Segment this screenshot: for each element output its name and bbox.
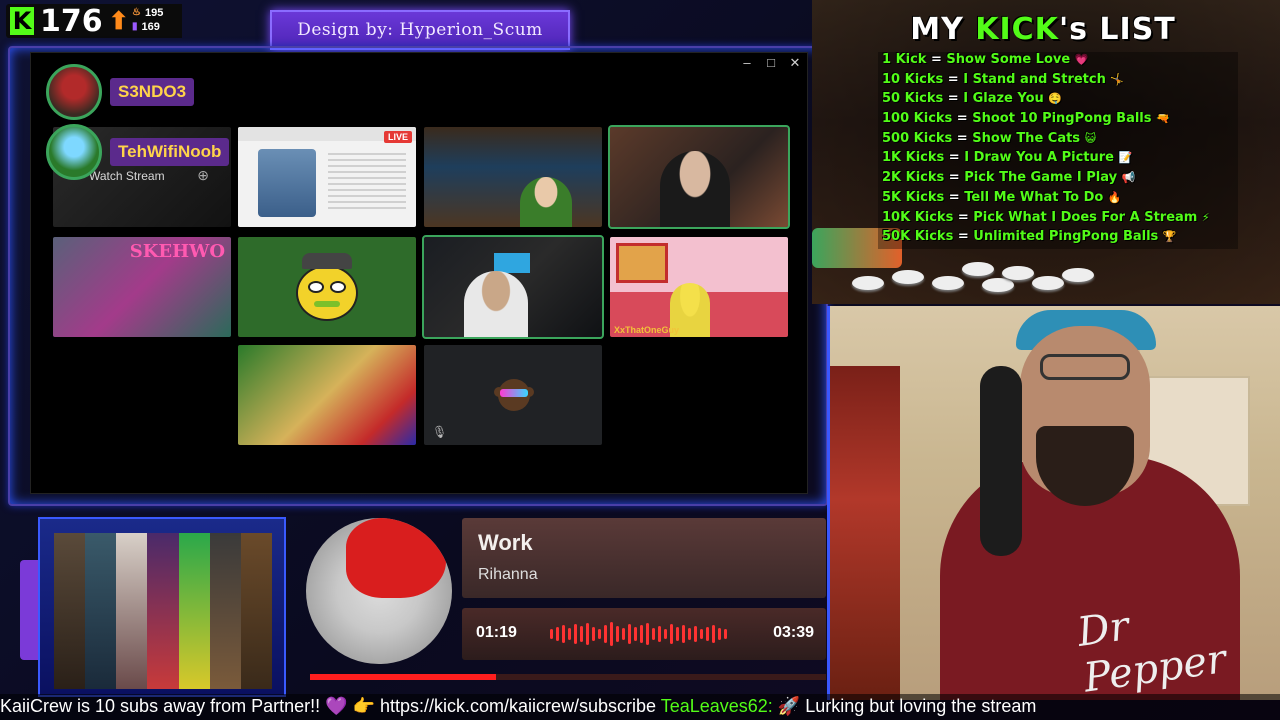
now-playing: Work Rihanna [462, 518, 826, 598]
supporters-strip [38, 517, 286, 697]
kick-list-item: 5K Kicks = Tell Me What To Do 🔥 [878, 189, 1238, 210]
bars-icon: ▮ [132, 21, 138, 32]
design-credit-banner: Design by: Hyperion_Scum [270, 10, 570, 50]
kick-logo-icon: K [10, 7, 34, 35]
emoji-icon: 📝 [1118, 151, 1133, 165]
kick-list-item: 1K Kicks = I Draw You A Picture 📝 [878, 150, 1238, 171]
window-controls: – □ ✕ [741, 55, 801, 71]
picture-frame [616, 243, 668, 283]
speaker-1: S3NDO3 [46, 64, 195, 120]
pepe-avatar-icon [288, 247, 366, 327]
emoji-icon: 💗 [1074, 53, 1089, 66]
flame-icon: ♨ [132, 7, 141, 18]
video-tile-cabin[interactable] [424, 127, 602, 227]
monitor-image [494, 253, 530, 273]
kick-list-panel: MY KICK's LIST 1 Kick = Show Some Love 💗… [812, 0, 1280, 304]
monkey-avatar-icon [494, 375, 534, 415]
kick-list-item: 1 Kick = Show Some Love 💗 [878, 52, 1238, 72]
emoji-icon: 😺 [1084, 131, 1097, 145]
stats-box: ♨ 195 ▮ 169 [128, 4, 182, 38]
participant-name: XxThatOneGuy [614, 325, 680, 335]
kick-list-items: 1 Kick = Show Some Love 💗 10 Kicks = I St… [878, 52, 1238, 249]
kick-list-title: MY KICK's LIST [910, 12, 1176, 47]
webcam-feed: Dr Pepper [827, 306, 1280, 700]
minimize-button[interactable]: – [741, 55, 753, 71]
shelf-boxes [830, 366, 900, 700]
phone-image [258, 149, 316, 217]
kick-list-item: 50K Kicks = Unlimited PingPong Balls 🏆 [878, 229, 1238, 249]
speaker-name: S3NDO3 [110, 78, 195, 106]
kick-list-item: 50 Kicks = I Glaze You 🤤 [878, 91, 1238, 112]
album-art [306, 518, 452, 664]
participant-figure [464, 271, 528, 337]
mute-icon: 🎙 [432, 425, 448, 439]
avatar-tile-monkey[interactable]: 🎙 [424, 345, 602, 445]
audio-waveform [550, 622, 742, 646]
playback-info: 01:19 03:39 [462, 608, 826, 660]
emoji-icon: 🤤 [1048, 92, 1063, 106]
video-tile-pink-room[interactable]: XxThatOneGuy [610, 237, 788, 337]
stat-value-1: 195 [144, 7, 164, 19]
kick-list-item: 10K Kicks = Pick What I Does For A Strea… [878, 209, 1238, 230]
microphone-icon [980, 366, 1022, 556]
participant-figure [660, 151, 730, 227]
song-title: Work [478, 530, 533, 555]
pingpong-balls-image [832, 248, 1094, 298]
tile-title: SKEHWO [129, 241, 225, 262]
glasses-icon [1040, 354, 1130, 380]
song-artist: Rihanna [478, 566, 538, 583]
ticker-user: TeaLeaves62: [660, 696, 773, 716]
kick-count-value: 176 [40, 3, 103, 39]
video-tile-browser[interactable]: LIVE [238, 127, 416, 227]
chat-ticker: KaiiCrew is 10 subs away from Partner!! … [0, 694, 1280, 720]
kick-list-item: 2K Kicks = Pick The Game I Play 📢 [878, 170, 1238, 190]
emoji-icon: ⚡ [1201, 210, 1210, 224]
video-tile-speaking[interactable] [608, 125, 790, 229]
maximize-button[interactable]: □ [765, 55, 777, 71]
avatar-tile-pepe[interactable] [238, 237, 416, 337]
current-time: 01:19 [476, 624, 517, 641]
video-tile-studio[interactable] [422, 235, 604, 339]
kick-counter: K 176 ⬆ [6, 3, 137, 39]
emoji-icon: 🤸 [1110, 72, 1125, 86]
avatar [46, 124, 102, 180]
emoji-icon: 📢 [1121, 171, 1136, 185]
emoji-icon: 🔥 [1107, 190, 1122, 204]
speaker-name: TehWifiNoob [110, 138, 230, 166]
total-time: 03:39 [773, 624, 814, 641]
progress-fill [310, 674, 496, 680]
speaker-2: TehWifiNoob [46, 124, 230, 180]
ticker-message: 🚀 Lurking but loving the stream [772, 696, 1037, 716]
avatar [46, 64, 102, 120]
page-text-lines [328, 153, 406, 213]
kick-list-item: 100 Kicks = Shoot 10 PingPong Balls 🔫 [878, 111, 1238, 131]
kick-list-item: 10 Kicks = I Stand and Stretch 🤸 [878, 71, 1238, 92]
video-tile-skehwo[interactable]: SKEHWO [53, 237, 231, 337]
video-tile-game[interactable] [238, 345, 416, 445]
kick-list-item: 500 Kicks = Show The Cats 😺 [878, 130, 1238, 151]
participant-figure [520, 177, 572, 227]
close-button[interactable]: ✕ [789, 55, 801, 71]
live-badge: LIVE [383, 131, 412, 143]
emoji-icon: 🔫 [1156, 112, 1170, 126]
progress-bar [310, 674, 826, 680]
arrow-up-icon: ⬆ [108, 7, 129, 35]
stat-value-2: 169 [141, 21, 160, 33]
emoji-icon: 🏆 [1162, 230, 1177, 244]
stream-overlay: K 176 ⬆ ♨ 195 ▮ 169 Design by: Hyperion_Sc… [0, 0, 1280, 720]
ticker-text: KaiiCrew is 10 subs away from Partner!! … [0, 696, 661, 716]
